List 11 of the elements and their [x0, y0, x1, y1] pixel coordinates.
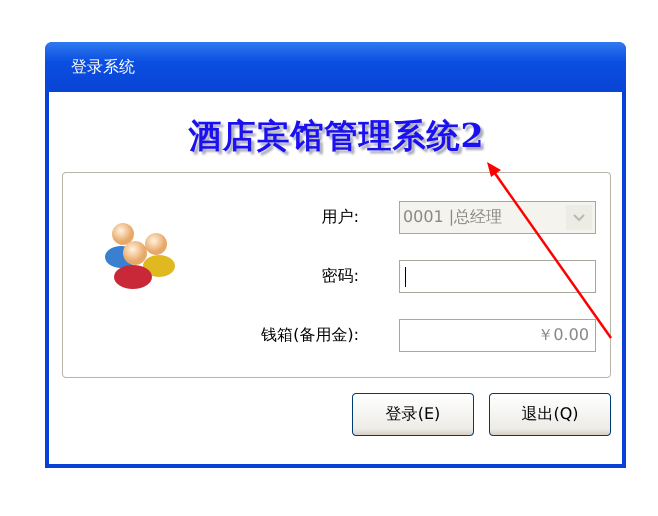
text-cursor [405, 266, 406, 286]
user-label: 用户: [320, 207, 359, 228]
cash-label: 钱箱(备用金): [260, 325, 359, 346]
window-title: 登录系统 [71, 56, 135, 78]
password-field[interactable] [399, 260, 596, 293]
app-heading: 酒店宾馆管理系统2 [188, 115, 484, 157]
dialog-button[interactable]: 登录(E) [352, 393, 474, 436]
dialog-button[interactable]: 退出(Q) [489, 393, 611, 436]
chevron-down-icon [573, 214, 585, 222]
password-label: 密码: [320, 266, 359, 287]
cash-field[interactable]: ￥0.00 [399, 319, 596, 352]
